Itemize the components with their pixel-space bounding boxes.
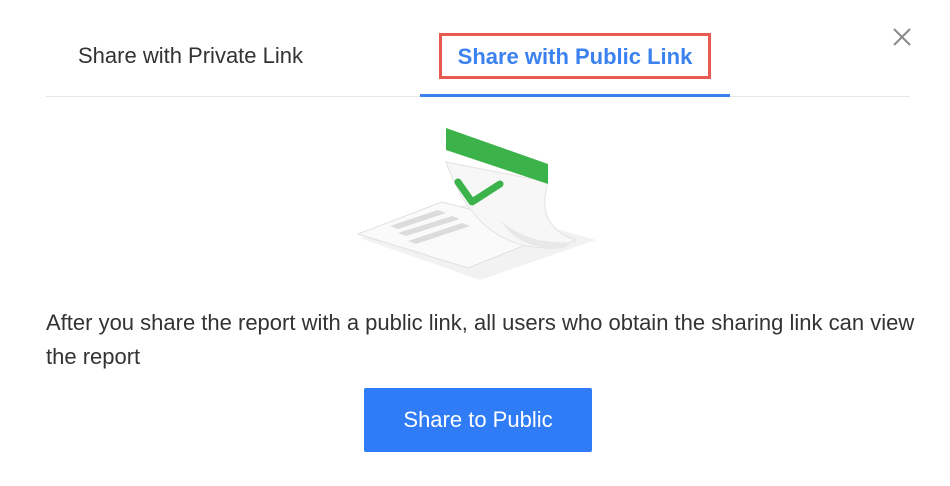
tab-private-link[interactable]: Share with Private Link (46, 28, 376, 94)
share-description: After you share the report with a public… (46, 310, 915, 369)
share-tabs: Share with Private Link Share with Publi… (46, 28, 910, 97)
share-to-public-button[interactable]: Share to Public (364, 388, 592, 452)
shared-document-check-icon (350, 120, 610, 290)
tab-public-link-label: Share with Public Link (438, 33, 712, 79)
tab-private-link-label: Share with Private Link (78, 43, 303, 68)
active-tab-indicator (420, 94, 730, 97)
tab-public-link[interactable]: Share with Public Link (420, 28, 730, 94)
share-dialog: Share with Private Link Share with Publi… (0, 0, 950, 486)
